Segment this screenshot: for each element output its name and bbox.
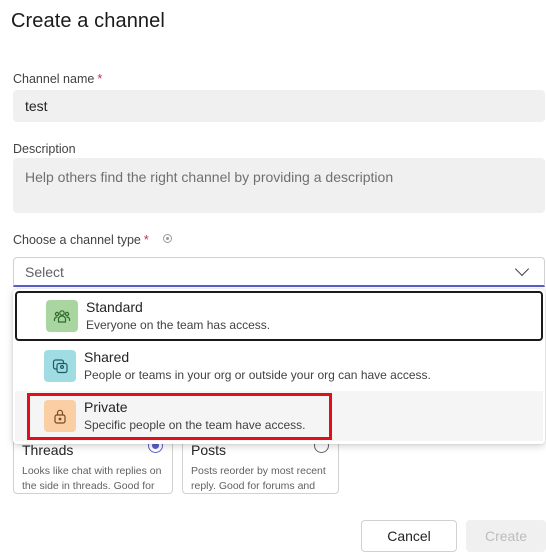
card-title: Posts — [191, 442, 227, 458]
shared-channel-icon — [44, 350, 76, 382]
option-description: Everyone on the team has access. — [86, 318, 271, 332]
option-description: Specific people on the team have access. — [84, 418, 306, 432]
people-team-icon — [46, 300, 78, 332]
option-name: Private — [84, 399, 128, 415]
description-input[interactable]: Help others find the right channel by pr… — [13, 158, 545, 213]
option-standard[interactable]: Standard Everyone on the team has access… — [15, 291, 543, 341]
dialog-title: Create a channel — [11, 10, 165, 32]
required-mark: * — [97, 72, 103, 86]
option-private[interactable]: Private Specific people on the team have… — [15, 391, 543, 441]
option-name: Shared — [84, 349, 130, 365]
channel-name-label: Channel name * — [13, 72, 103, 86]
option-description: People or teams in your org or outside y… — [84, 368, 431, 382]
channel-type-select[interactable]: Select — [13, 257, 545, 287]
chevron-down-icon — [514, 261, 530, 276]
card-title: Threads — [22, 442, 74, 458]
channel-type-label: Choose a channel type * — [13, 233, 172, 247]
option-name: Standard — [86, 299, 143, 315]
info-icon[interactable] — [162, 234, 172, 243]
lock-icon — [44, 400, 76, 432]
card-description: Posts reorder by most recent reply. Good… — [191, 465, 326, 492]
option-shared[interactable]: Shared People or teams in your org or ou… — [15, 341, 543, 391]
channel-type-dropdown: Standard Everyone on the team has access… — [13, 289, 545, 444]
description-label: Description — [13, 142, 76, 156]
channel-name-input[interactable]: test — [13, 90, 545, 122]
create-button[interactable]: Create — [466, 520, 546, 552]
card-description: Looks like chat with replies on the side… — [22, 465, 162, 492]
required-mark: * — [143, 233, 149, 247]
cancel-button[interactable]: Cancel — [361, 520, 457, 552]
select-placeholder: Select — [25, 263, 64, 280]
